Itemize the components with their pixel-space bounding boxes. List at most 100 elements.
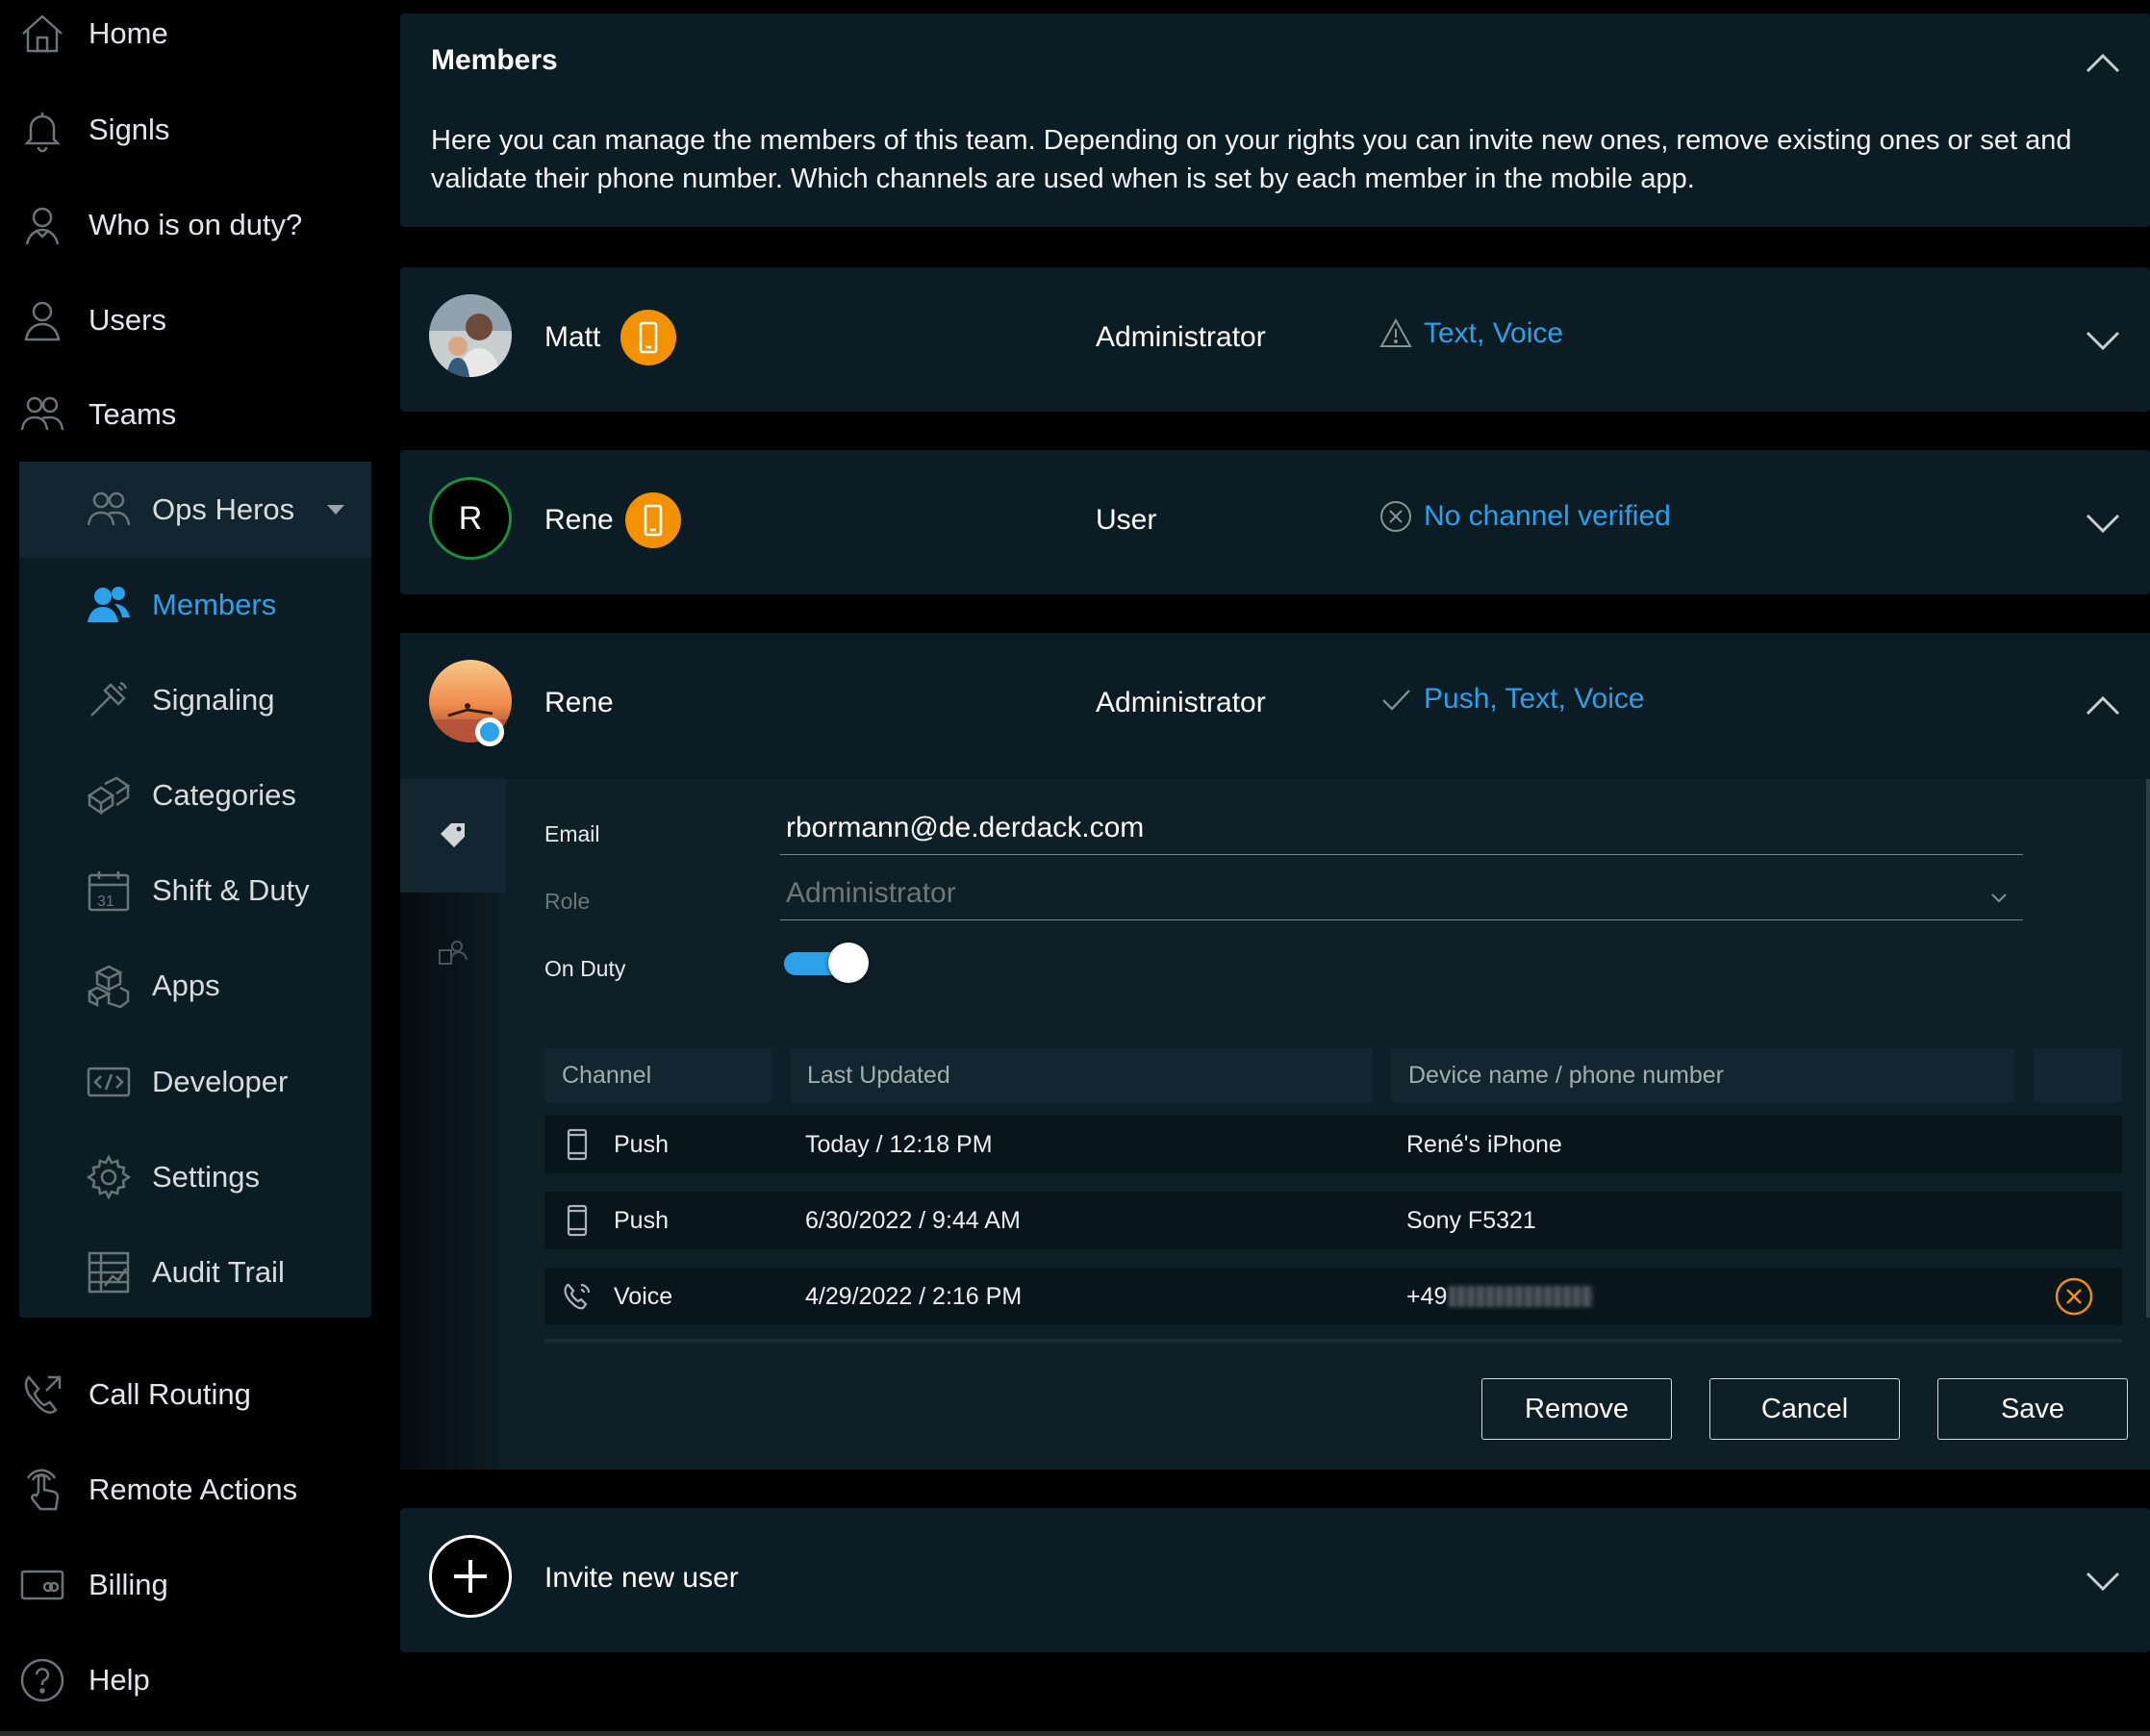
calendar-icon: 31 bbox=[85, 867, 133, 915]
save-button[interactable]: Save bbox=[1937, 1378, 2128, 1440]
nav-call-routing[interactable]: Call Routing bbox=[19, 1361, 251, 1428]
table-row[interactable]: Push Today / 12:18 PM René's iPhone bbox=[544, 1116, 2122, 1173]
toggle-knob bbox=[828, 943, 869, 983]
voice-icon bbox=[558, 1277, 596, 1316]
subnav-categories[interactable]: Categories bbox=[85, 762, 296, 829]
billing-icon bbox=[19, 1562, 65, 1608]
x-circle-icon bbox=[1379, 500, 1412, 533]
page-title: Members bbox=[431, 44, 558, 76]
member-role: Administrator bbox=[1096, 321, 1266, 353]
delete-channel-icon[interactable] bbox=[2055, 1277, 2093, 1316]
tab-profile[interactable] bbox=[400, 779, 506, 893]
table-row[interactable]: Voice 4/29/2022 / 2:16 PM +49 bbox=[544, 1268, 2122, 1325]
last-updated-cell: Today / 12:18 PM bbox=[805, 1130, 993, 1158]
subnav-apps[interactable]: Apps bbox=[85, 952, 220, 1019]
subnav-members[interactable]: Members bbox=[85, 571, 276, 639]
teams-icon bbox=[19, 391, 65, 438]
team-selector[interactable]: Ops Heros bbox=[19, 462, 371, 558]
avatar-initial: R bbox=[458, 499, 483, 537]
subnav-shift-duty-label: Shift & Duty bbox=[152, 873, 310, 907]
member-channels-label: Push, Text, Voice bbox=[1424, 683, 1645, 715]
apps-icon bbox=[85, 962, 133, 1010]
col-header-last-updated: Last Updated bbox=[790, 1048, 1373, 1102]
channel-name: Push bbox=[614, 1130, 669, 1158]
nav-remote-actions-label: Remote Actions bbox=[89, 1472, 298, 1506]
member-role: User bbox=[1096, 504, 1157, 536]
subnav-shift-duty[interactable]: 31 Shift & Duty bbox=[85, 857, 310, 924]
subnav-apps-label: Apps bbox=[152, 969, 220, 1002]
invite-label: Invite new user bbox=[544, 1562, 739, 1594]
members-info-panel: Members Here you can manage the members … bbox=[400, 13, 2150, 227]
nav-home[interactable]: Home bbox=[19, 0, 168, 67]
add-icon bbox=[429, 1535, 512, 1618]
member-row[interactable]: Matt Administrator Text, Voice bbox=[400, 267, 2150, 412]
member-channels[interactable]: No channel verified bbox=[1379, 500, 1671, 533]
check-icon bbox=[1379, 683, 1412, 716]
col-header-actions bbox=[2034, 1048, 2122, 1102]
bell-icon bbox=[19, 107, 65, 153]
subnav-signaling[interactable]: Signaling bbox=[85, 667, 275, 734]
channel-cell: Voice bbox=[558, 1268, 672, 1325]
nav-signls[interactable]: Signls bbox=[19, 96, 169, 164]
tab-teams[interactable] bbox=[400, 923, 506, 981]
svg-text:31: 31 bbox=[97, 893, 114, 910]
subnav-developer-label: Developer bbox=[152, 1065, 289, 1098]
email-label: Email bbox=[544, 821, 600, 846]
team-icon bbox=[85, 486, 133, 534]
nav-call-routing-label: Call Routing bbox=[89, 1377, 251, 1411]
nav-teams-label: Teams bbox=[89, 397, 177, 431]
role-label: Role bbox=[544, 889, 591, 914]
cancel-button[interactable]: Cancel bbox=[1709, 1378, 1900, 1440]
tag-icon bbox=[441, 823, 465, 847]
member-name: Matt bbox=[544, 321, 601, 353]
channel-cell: Push bbox=[558, 1116, 669, 1173]
sidebar: Home Signls Who is on duty? Users Teams bbox=[0, 0, 385, 1736]
nav-billing-label: Billing bbox=[89, 1568, 168, 1601]
member-channels-label: No channel verified bbox=[1424, 500, 1671, 532]
subnav-settings-label: Settings bbox=[152, 1160, 261, 1194]
channel-name: Voice bbox=[614, 1282, 673, 1310]
member-role: Administrator bbox=[1096, 687, 1266, 718]
detail-tabs bbox=[400, 779, 506, 1470]
mobile-app-icon bbox=[625, 492, 681, 548]
subnav-audit-trail[interactable]: Audit Trail bbox=[85, 1239, 285, 1306]
member-row-expanded: Rene Administrator Push, Text, Voice Ema… bbox=[400, 633, 2150, 1470]
subnav-audit-trail-label: Audit Trail bbox=[152, 1255, 285, 1289]
redacted-number bbox=[1449, 1286, 1594, 1307]
nav-remote-actions[interactable]: Remote Actions bbox=[19, 1456, 297, 1523]
scrollbar[interactable] bbox=[2146, 779, 2150, 1318]
subnav-members-label: Members bbox=[152, 588, 277, 621]
nav-help-label: Help bbox=[89, 1663, 150, 1697]
channel-cell: Push bbox=[558, 1192, 669, 1249]
subnav-settings[interactable]: Settings bbox=[85, 1144, 260, 1211]
nav-billing[interactable]: Billing bbox=[19, 1551, 168, 1619]
chevron-down-icon[interactable] bbox=[2085, 504, 2121, 541]
nav-who-on-duty[interactable]: Who is on duty? bbox=[19, 191, 302, 259]
team-name-label: Ops Heros bbox=[152, 492, 295, 526]
on-duty-toggle[interactable] bbox=[780, 943, 869, 983]
members-description: Here you can manage the members of this … bbox=[431, 125, 2072, 194]
table-row[interactable]: Push 6/30/2022 / 9:44 AM Sony F5321 bbox=[544, 1192, 2122, 1249]
nav-teams[interactable]: Teams bbox=[19, 381, 176, 448]
audit-icon bbox=[85, 1248, 133, 1296]
nav-users[interactable]: Users bbox=[19, 287, 166, 354]
member-row[interactable]: R Rene User No channel verified bbox=[400, 450, 2150, 594]
email-field[interactable]: rbormann@de.derdack.com bbox=[780, 812, 2023, 855]
team-tab-icon bbox=[439, 941, 468, 965]
chevron-down-icon[interactable] bbox=[2085, 1562, 2121, 1598]
nav-help[interactable]: Help bbox=[19, 1647, 150, 1714]
chevron-down-icon[interactable] bbox=[2085, 321, 2121, 358]
invite-user-row[interactable]: Invite new user bbox=[400, 1508, 2150, 1652]
remove-button[interactable]: Remove bbox=[1481, 1378, 1672, 1440]
code-icon bbox=[85, 1058, 133, 1106]
person-duty-icon bbox=[19, 202, 65, 248]
last-updated-cell: 6/30/2022 / 9:44 AM bbox=[805, 1206, 1021, 1234]
nav-signls-label: Signls bbox=[89, 113, 170, 146]
members-icon bbox=[85, 581, 133, 629]
chevron-up-icon[interactable] bbox=[2085, 44, 2121, 81]
chevron-up-icon[interactable] bbox=[2085, 687, 2121, 723]
subnav-developer[interactable]: Developer bbox=[85, 1048, 288, 1116]
member-channels[interactable]: Push, Text, Voice bbox=[1379, 683, 1645, 716]
member-channels[interactable]: Text, Voice bbox=[1379, 317, 1563, 350]
table-scroll-edge bbox=[544, 1339, 2122, 1343]
